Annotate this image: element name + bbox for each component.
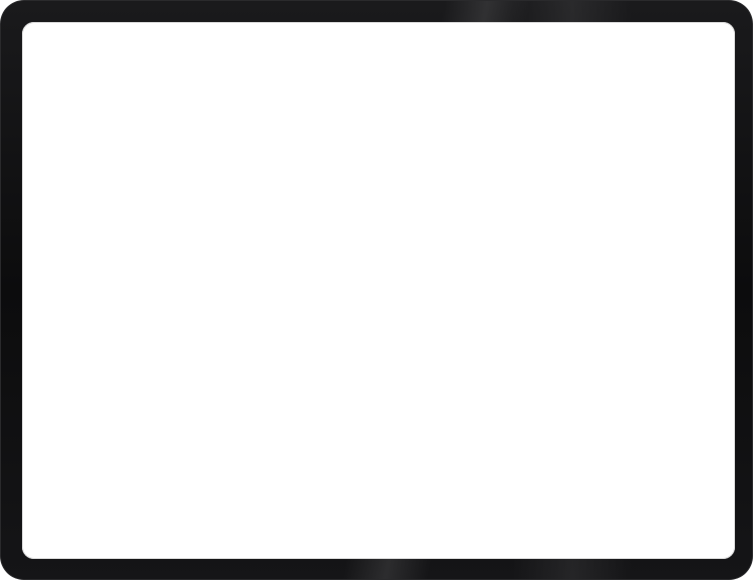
screen-content	[22, 22, 735, 559]
device-frame	[0, 0, 753, 580]
screen[interactable]	[22, 22, 735, 559]
